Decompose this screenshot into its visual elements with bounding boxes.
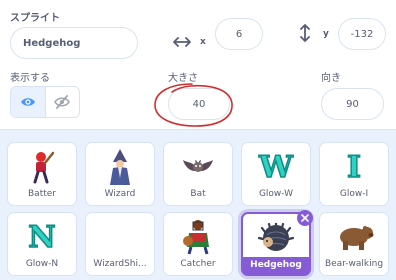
bear-walking-icon — [340, 226, 374, 250]
sprite-tile[interactable]: Batter — [7, 142, 77, 206]
sprite-name: Bear-walking — [324, 259, 384, 269]
sprite-name-field[interactable]: Hedgehog — [10, 27, 138, 59]
size-label: 大きさ — [168, 73, 198, 84]
sprite-tile[interactable]: Wizard — [85, 142, 155, 206]
glow-i-icon: I — [346, 149, 362, 186]
sprite-name: Batter — [28, 189, 56, 199]
glow-w-icon: W — [258, 149, 293, 186]
direction-input[interactable]: 90 — [321, 88, 384, 120]
delete-sprite-button[interactable] — [297, 210, 313, 226]
y-input[interactable]: -132 — [338, 18, 386, 50]
direction-label: 向き — [321, 73, 341, 84]
sprite-tile[interactable]: Catcher — [163, 212, 233, 276]
x-input[interactable]: 6 — [215, 18, 263, 50]
glow-n-icon: N — [28, 219, 57, 256]
sprite-tile[interactable]: Bat — [163, 142, 233, 206]
sprite-name: Catcher — [180, 259, 216, 269]
sprite-name: WizardShi... — [93, 259, 147, 269]
hedgehog-icon — [257, 223, 295, 251]
wizard-shirt-icon — [86, 217, 154, 257]
x-label: x — [200, 37, 206, 47]
wizard-icon — [110, 149, 130, 185]
y-label: y — [323, 29, 329, 39]
sprite-name: Wizard — [104, 189, 136, 199]
close-icon — [301, 214, 309, 222]
eye-icon — [20, 98, 35, 106]
sprite-tile[interactable]: WizardShi... — [85, 212, 155, 276]
sprite-tile[interactable]: I Glow-I — [319, 142, 389, 206]
show-label: 表示する — [10, 73, 50, 84]
sprite-tile[interactable]: Bear-walking — [319, 212, 389, 276]
hide-sprite-button[interactable] — [44, 87, 79, 117]
sprite-name: Hedgehog — [243, 257, 309, 274]
show-sprite-button[interactable] — [11, 87, 45, 117]
sprite-name: Bat — [190, 189, 206, 199]
visibility-toggle — [10, 86, 80, 118]
y-axis-arrows-icon — [300, 24, 310, 42]
sprite-name: Glow-W — [258, 189, 294, 199]
catcher-icon — [183, 220, 209, 255]
eye-slash-icon — [54, 95, 71, 109]
x-axis-arrows-icon — [173, 37, 191, 47]
sprite-tile[interactable]: W Glow-W — [241, 142, 311, 206]
sprite-info-panel: スプライト Hedgehog x 6 y -132 表示する 大きさ 40 向き… — [0, 0, 396, 130]
batter-icon — [33, 151, 55, 184]
sprite-tile[interactable]: N Glow-N — [7, 212, 77, 276]
sprite-label: スプライト — [10, 13, 60, 24]
sprite-name: Glow-I — [339, 189, 369, 199]
bat-icon — [183, 160, 213, 172]
sprite-name: Glow-N — [25, 259, 59, 269]
sprite-tile-selected[interactable]: Hedgehog — [241, 210, 313, 276]
sprite-list-area: Batter Wizard Bat W Glow-W I Glow-I N Gl… — [0, 130, 396, 280]
size-input[interactable]: 40 — [168, 88, 230, 120]
